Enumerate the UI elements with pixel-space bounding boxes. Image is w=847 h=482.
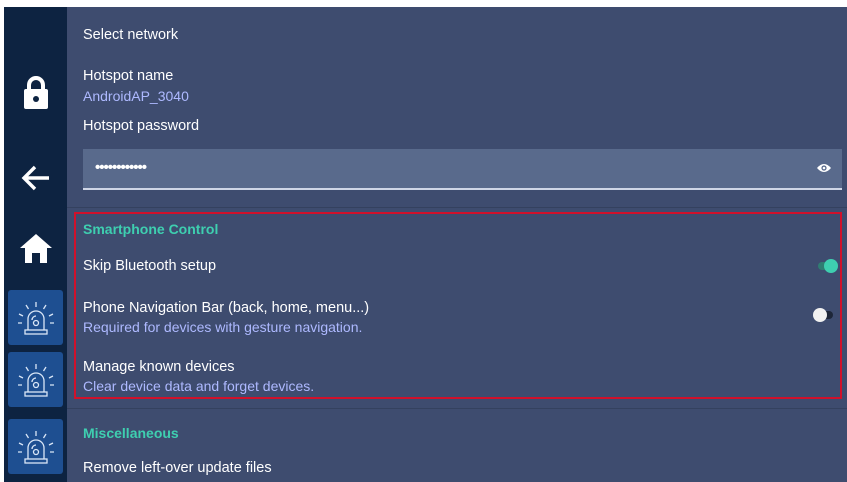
hotspot-password-value[interactable]: •••••••••••• xyxy=(95,159,147,176)
arrow-back-icon[interactable] xyxy=(4,148,67,208)
remove-update-files-item[interactable]: Remove left-over update files xyxy=(83,460,272,476)
siren-button-2[interactable] xyxy=(8,352,63,407)
home-icon[interactable] xyxy=(4,218,67,278)
screen: Select network Hotspot name AndroidAP_30… xyxy=(0,0,847,482)
hotspot-name-value: AndroidAP_3040 xyxy=(83,88,189,104)
siren-button-3[interactable] xyxy=(8,419,63,474)
phone-nav-bar-subtitle: Required for devices with gesture naviga… xyxy=(83,319,363,335)
section-divider xyxy=(67,207,847,208)
hotspot-name-label[interactable]: Hotspot name xyxy=(83,68,173,84)
show-password-icon[interactable] xyxy=(816,162,832,174)
manage-known-devices-subtitle: Clear device data and forget devices. xyxy=(83,378,315,394)
hotspot-password-label: Hotspot password xyxy=(83,118,200,134)
toggle-thumb xyxy=(813,308,827,322)
manage-known-devices-label[interactable]: Manage known devices xyxy=(83,359,235,375)
hotspot-password-field[interactable]: •••••••••••• xyxy=(83,149,842,190)
miscellaneous-header: Miscellaneous xyxy=(83,425,179,441)
siren-icon xyxy=(17,363,54,397)
phone-nav-bar-toggle[interactable] xyxy=(813,308,835,322)
phone-nav-bar-label[interactable]: Phone Navigation Bar (back, home, menu..… xyxy=(83,300,369,316)
sidebar xyxy=(4,7,67,482)
toggle-thumb xyxy=(824,259,838,273)
section-divider xyxy=(67,408,847,409)
settings-panel: Select network Hotspot name AndroidAP_30… xyxy=(67,7,847,482)
siren-button-1[interactable] xyxy=(8,290,63,345)
select-network-item[interactable]: Select network xyxy=(83,27,178,43)
lock-icon[interactable] xyxy=(4,63,67,123)
skip-bluetooth-toggle[interactable] xyxy=(816,259,838,273)
siren-icon xyxy=(17,301,54,335)
siren-icon xyxy=(17,430,54,464)
skip-bluetooth-label[interactable]: Skip Bluetooth setup xyxy=(83,258,216,274)
smartphone-control-header: Smartphone Control xyxy=(83,221,219,237)
